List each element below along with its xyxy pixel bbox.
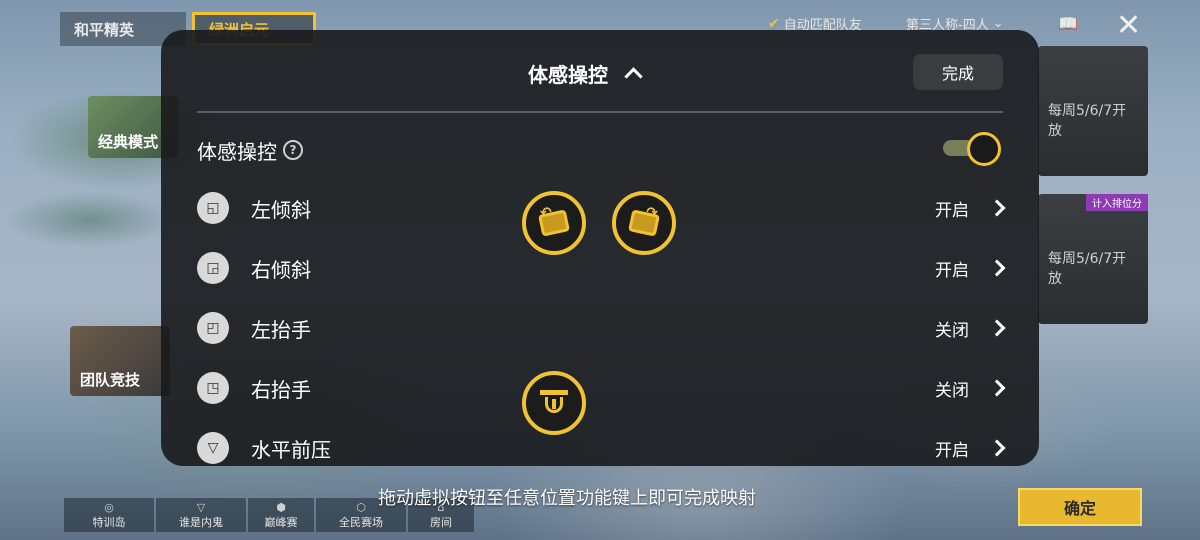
open-days-label: 每周5/6/7开放 <box>1048 251 1127 287</box>
list-item-status: 开启 <box>935 260 969 281</box>
bottom-item-peak[interactable]: ⬢ 巅峰赛 <box>248 498 314 532</box>
list-item-label: 水平前压 <box>251 437 331 462</box>
raise-left-icon: ◰ <box>197 312 229 344</box>
bottom-item-training[interactable]: ◎ 特训岛 <box>64 498 154 532</box>
list-item-status: 开启 <box>935 440 969 461</box>
mode-card-label: 团队竞技 <box>80 371 141 389</box>
chevron-right-icon <box>991 321 1005 335</box>
chevron-up-icon[interactable] <box>622 62 644 84</box>
bottom-item-label: 谁是内鬼 <box>179 516 223 529</box>
target-icon: ◎ <box>104 501 114 514</box>
mode-card-label: 经典模式 <box>98 133 159 151</box>
list-item-status: 关闭 <box>935 320 969 341</box>
shield-icon: ⬢ <box>276 501 286 514</box>
list-item-label: 右倾斜 <box>251 257 311 282</box>
press-forward-icon: ▽ <box>197 432 229 464</box>
motion-control-toggle[interactable] <box>943 132 1003 166</box>
press-forward-icon <box>540 390 568 416</box>
motion-control-section: 体感操控 ? <box>197 134 1003 166</box>
motion-control-panel: 体感操控 完成 体感操控 ? ◱ 左倾斜 开启 ◲ 右倾斜 开启 ◰ 左抬手 关… <box>161 30 1039 466</box>
bottom-item-label: 巅峰赛 <box>264 516 298 529</box>
v-icon: ▽ <box>196 501 206 514</box>
tilt-right-icon: ◲ <box>197 252 229 284</box>
toggle-knob[interactable] <box>967 132 1001 166</box>
close-icon[interactable]: ✕ <box>1116 8 1141 43</box>
tab-label: 和平精英 <box>74 20 135 39</box>
list-item-label: 左抬手 <box>251 317 311 342</box>
virtual-button-press-forward[interactable] <box>522 371 586 435</box>
list-item-label: 左倾斜 <box>251 197 311 222</box>
chevron-right-icon <box>991 441 1005 455</box>
list-item-label: 右抬手 <box>251 377 311 402</box>
virtual-button-tilt-right[interactable]: ↷ <box>612 191 676 255</box>
chevron-right-icon <box>991 261 1005 275</box>
mode-card-right-top[interactable]: 每周5/6/7开放 <box>1038 46 1148 176</box>
hex-icon: ⬡ <box>356 501 366 514</box>
phone-tilt-right-icon <box>628 209 660 237</box>
phone-tilt-left-icon <box>538 209 570 237</box>
list-item-tilt-right[interactable]: ◲ 右倾斜 开启 <box>197 248 1003 288</box>
book-icon[interactable]: 📖 <box>1058 14 1078 33</box>
bottom-item-label: 全民赛场 <box>339 516 383 529</box>
mapping-hint: 拖动虚拟按钮至任意位置功能键上即可完成映射 <box>378 488 756 509</box>
section-label: 体感操控 <box>197 139 277 164</box>
chevron-right-icon <box>991 381 1005 395</box>
list-item-raise-left[interactable]: ◰ 左抬手 关闭 <box>197 308 1003 348</box>
list-item-tilt-left[interactable]: ◱ 左倾斜 开启 <box>197 188 1003 228</box>
divider <box>197 111 1003 113</box>
confirm-button[interactable]: 确定 <box>1018 488 1142 526</box>
list-item-status: 开启 <box>935 200 969 221</box>
bottom-item-label: 房间 <box>430 516 452 529</box>
list-item-press-forward[interactable]: ▽ 水平前压 开启 <box>197 428 1003 466</box>
open-days-label: 每周5/6/7开放 <box>1048 103 1127 139</box>
help-icon[interactable]: ? <box>283 140 303 160</box>
bottom-item-impostor[interactable]: ▽ 谁是内鬼 <box>156 498 246 532</box>
mode-card-team[interactable]: 团队竞技 <box>70 326 170 396</box>
tilt-left-icon: ◱ <box>197 192 229 224</box>
raise-right-icon: ◳ <box>197 372 229 404</box>
done-button[interactable]: 完成 <box>913 54 1003 90</box>
chevron-right-icon <box>991 201 1005 215</box>
panel-header[interactable]: 体感操控 <box>528 58 644 88</box>
mode-card-right-bottom[interactable]: 计入排位分 每周5/6/7开放 <box>1038 194 1148 324</box>
list-item-raise-right[interactable]: ◳ 右抬手 关闭 <box>197 368 1003 408</box>
rank-badge: 计入排位分 <box>1086 194 1148 211</box>
panel-title: 体感操控 <box>528 62 608 87</box>
chevron-down-icon: ⌄ <box>992 16 1004 31</box>
list-item-status: 关闭 <box>935 380 969 401</box>
virtual-button-tilt-left[interactable]: ↶ <box>522 191 586 255</box>
bottom-item-label: 特训岛 <box>92 516 126 529</box>
